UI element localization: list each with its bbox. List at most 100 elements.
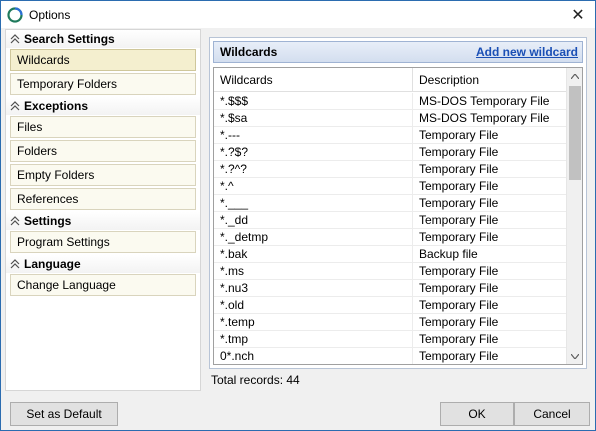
description-cell: Temporary File [419, 281, 499, 295]
nav-item[interactable]: References [10, 188, 196, 210]
nav-item-label: Wildcards [17, 53, 70, 67]
table-body: *.$$$ MS-DOS Temporary File *.$sa MS-DOS Te… [214, 93, 567, 364]
scroll-up-button[interactable] [567, 68, 582, 84]
scroll-down-button[interactable] [567, 348, 582, 364]
description-cell: Temporary File [419, 213, 499, 227]
ok-button[interactable]: OK [440, 402, 514, 426]
wildcard-cell: 0*.nch [214, 348, 413, 364]
grid-header: Wildcards Add new wildcard [213, 41, 583, 63]
wildcards-grid: Wildcards Add new wildcard Wildcards Des… [209, 37, 587, 369]
nav-item-label: Files [17, 120, 43, 134]
wildcard-cell: *.^ [214, 178, 413, 194]
table-row[interactable]: *.--- Temporary File [214, 127, 567, 144]
wildcard-cell: *.bak [214, 246, 413, 262]
table-row[interactable]: *.old Temporary File [214, 297, 567, 314]
chevron-up-icon [10, 216, 20, 226]
description-cell: Backup file [419, 247, 478, 261]
nav-item[interactable]: Wildcards [10, 49, 196, 71]
description-cell: Temporary File [419, 332, 499, 346]
nav-item[interactable]: Empty Folders [10, 164, 196, 186]
chevron-up-icon [571, 73, 579, 79]
wildcard-cell: *.nu3 [214, 280, 413, 296]
chevron-down-icon [571, 353, 579, 359]
table-header: Wildcards Description [214, 68, 567, 92]
section-header[interactable]: Search Settings [6, 30, 200, 48]
table-row[interactable]: *.$$$ MS-DOS Temporary File [214, 93, 567, 110]
table-row[interactable]: *.?$? Temporary File [214, 144, 567, 161]
cancel-button[interactable]: Cancel [514, 402, 590, 426]
scrollbar-thumb[interactable] [569, 86, 581, 180]
table-row[interactable]: 0*.nch Temporary File [214, 348, 567, 364]
chevron-up-icon [10, 101, 20, 111]
column-header-wildcards[interactable]: Wildcards [214, 68, 413, 92]
grid-title: Wildcards [220, 45, 278, 59]
section-header[interactable]: Language [6, 255, 200, 273]
total-records: Total records: 44 [211, 373, 300, 387]
wildcard-cell: *.ms [214, 263, 413, 279]
table-row[interactable]: *.tmp Temporary File [214, 331, 567, 348]
description-cell: Temporary File [419, 196, 499, 210]
table-row[interactable]: *._detmp Temporary File [214, 229, 567, 246]
set-as-default-button[interactable]: Set as Default [10, 402, 118, 426]
wildcard-cell: *.temp [214, 314, 413, 330]
section-title: Settings [24, 214, 72, 228]
section-title: Language [24, 257, 81, 271]
section-header[interactable]: Exceptions [6, 97, 200, 115]
description-cell: MS-DOS Temporary File [419, 111, 550, 125]
add-wildcard-link[interactable]: Add new wildcard [476, 45, 578, 59]
app-icon [7, 6, 23, 23]
wildcard-cell: *._dd [214, 212, 413, 228]
table-row[interactable]: *.bak Backup file [214, 246, 567, 263]
window-title: Options [29, 7, 71, 22]
wildcard-cell: *.tmp [214, 331, 413, 347]
wildcard-cell: *.$$$ [214, 93, 413, 109]
close-icon: ✕ [571, 6, 585, 24]
description-cell: Temporary File [419, 298, 499, 312]
table-row[interactable]: *.___ Temporary File [214, 195, 567, 212]
column-header-description[interactable]: Description [413, 68, 567, 92]
chevron-up-icon [10, 259, 20, 269]
nav-item[interactable]: Change Language [10, 274, 196, 296]
section-title: Exceptions [24, 99, 89, 113]
table-row[interactable]: *.ms Temporary File [214, 263, 567, 280]
nav-item-label: References [17, 192, 79, 206]
table-row[interactable]: *._dd Temporary File [214, 212, 567, 229]
description-cell: Temporary File [419, 264, 499, 278]
nav-item-label: Empty Folders [17, 168, 95, 182]
wildcard-cell: *.?$? [214, 144, 413, 160]
nav-item-label: Program Settings [17, 235, 110, 249]
content-panel: Wildcards Add new wildcard Wildcards Des… [207, 29, 591, 391]
table-row[interactable]: *.?^? Temporary File [214, 161, 567, 178]
wildcard-cell: *._detmp [214, 229, 413, 245]
wildcard-cell: *.___ [214, 195, 413, 211]
settings-navigation: Search Settings Wildcards Temporary Folder… [5, 29, 201, 391]
description-cell: Temporary File [419, 349, 499, 363]
nav-item-label: Folders [17, 144, 58, 158]
table-row[interactable]: *.temp Temporary File [214, 314, 567, 331]
close-button[interactable]: ✕ [561, 1, 595, 28]
description-cell: Temporary File [419, 162, 499, 176]
nav-item[interactable]: Folders [10, 140, 196, 162]
table-row[interactable]: *.nu3 Temporary File [214, 280, 567, 297]
description-cell: MS-DOS Temporary File [419, 94, 550, 108]
vertical-scrollbar[interactable] [566, 68, 582, 364]
nav-item[interactable]: Files [10, 116, 196, 138]
description-cell: Temporary File [419, 145, 499, 159]
nav-item[interactable]: Temporary Folders [10, 73, 196, 95]
wildcard-cell: *.--- [214, 127, 413, 143]
wildcards-table: Wildcards Description *.$$$ MS-DOS Tempor… [213, 67, 583, 365]
nav-item-label: Temporary Folders [17, 77, 118, 91]
description-cell: Temporary File [419, 179, 499, 193]
options-window: Options ✕ Search Settings Wildcards Tempor… [0, 0, 596, 431]
table-row[interactable]: *.^ Temporary File [214, 178, 567, 195]
section-header[interactable]: Settings [6, 212, 200, 230]
chevron-up-icon [10, 34, 20, 44]
description-cell: Temporary File [419, 230, 499, 244]
description-cell: Temporary File [419, 315, 499, 329]
wildcard-cell: *.$sa [214, 110, 413, 126]
section-title: Search Settings [24, 32, 115, 46]
wildcard-cell: *.?^? [214, 161, 413, 177]
table-row[interactable]: *.$sa MS-DOS Temporary File [214, 110, 567, 127]
nav-item-label: Change Language [17, 278, 116, 292]
nav-item[interactable]: Program Settings [10, 231, 196, 253]
